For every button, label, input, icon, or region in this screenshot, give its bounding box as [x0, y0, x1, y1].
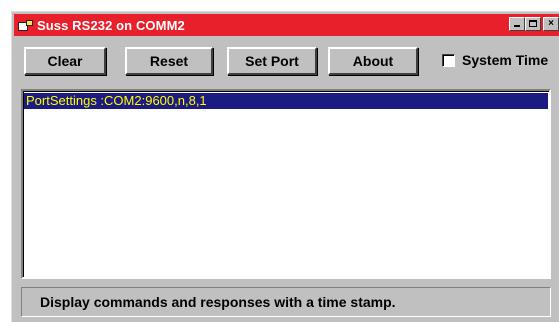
set-port-button[interactable]: Set Port	[227, 47, 317, 75]
status-bar: Display commands and responses with a ti…	[21, 287, 551, 317]
status-text: Display commands and responses with a ti…	[40, 294, 396, 310]
reset-button-label: Reset	[149, 53, 189, 69]
window-title: Suss RS232 on COMM2	[37, 17, 185, 33]
reset-button[interactable]: Reset	[125, 47, 213, 75]
system-time-label: System Time	[462, 52, 549, 68]
clear-button-label: Clear	[47, 53, 83, 69]
log-line-selected[interactable]: PortSettings :COM2:9600,n,8,1	[24, 93, 548, 109]
close-button[interactable]: ×	[543, 17, 559, 31]
maximize-button[interactable]	[525, 17, 541, 31]
system-time-checkbox[interactable]	[442, 53, 455, 67]
log-listbox[interactable]: PortSettings :COM2:9600,n,8,1	[21, 89, 551, 279]
app-icon-plug	[26, 20, 33, 26]
about-button[interactable]: About	[328, 47, 418, 75]
clear-button[interactable]: Clear	[24, 47, 106, 75]
app-window: Suss RS232 on COMM2 × Clear Reset Set Po…	[11, 11, 559, 322]
close-icon: ×	[548, 18, 554, 29]
maximize-icon	[529, 20, 537, 27]
system-time-option[interactable]: System Time	[442, 52, 548, 68]
serial-port-app-icon[interactable]	[18, 19, 33, 31]
about-button-label: About	[352, 53, 394, 69]
toolbar: Clear Reset Set Port About System Time	[12, 47, 559, 77]
minimize-button[interactable]	[509, 17, 525, 31]
window-controls: ×	[509, 17, 559, 31]
minimize-icon	[514, 25, 520, 27]
set-port-button-label: Set Port	[245, 53, 299, 69]
title-bar[interactable]: Suss RS232 on COMM2 ×	[14, 14, 559, 36]
